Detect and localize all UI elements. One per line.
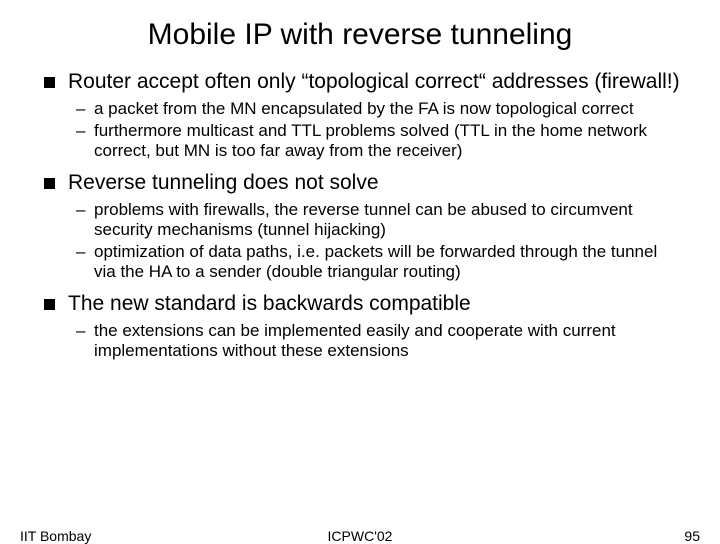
bullet-text: Reverse tunneling does not solve (68, 171, 379, 194)
footer-page-number: 95 (684, 528, 700, 544)
bullet-item: Router accept often only “topological co… (68, 70, 680, 161)
square-bullet-icon (44, 178, 55, 189)
sub-item: the extensions can be implemented easily… (94, 321, 680, 361)
sub-item: optimization of data paths, i.e. packets… (94, 242, 680, 282)
sub-item: problems with firewalls, the reverse tun… (94, 200, 680, 240)
sub-item: furthermore multicast and TTL problems s… (94, 121, 680, 161)
sub-list: the extensions can be implemented easily… (68, 321, 680, 361)
sub-list: a packet from the MN encapsulated by the… (68, 99, 680, 161)
square-bullet-icon (44, 77, 55, 88)
bullet-item: Reverse tunneling does not solve problem… (68, 171, 680, 282)
slide-title: Mobile IP with reverse tunneling (40, 18, 680, 52)
sub-item: a packet from the MN encapsulated by the… (94, 99, 680, 119)
sub-list: problems with firewalls, the reverse tun… (68, 200, 680, 282)
bullet-text: The new standard is backwards compatible (68, 292, 471, 315)
footer-center: ICPWC'02 (0, 528, 720, 544)
bullet-text: Router accept often only “topological co… (68, 70, 680, 93)
slide: Mobile IP with reverse tunneling Router … (0, 0, 720, 540)
bullet-item: The new standard is backwards compatible… (68, 292, 680, 361)
bullet-list: Router accept often only “topological co… (40, 70, 680, 361)
square-bullet-icon (44, 299, 55, 310)
